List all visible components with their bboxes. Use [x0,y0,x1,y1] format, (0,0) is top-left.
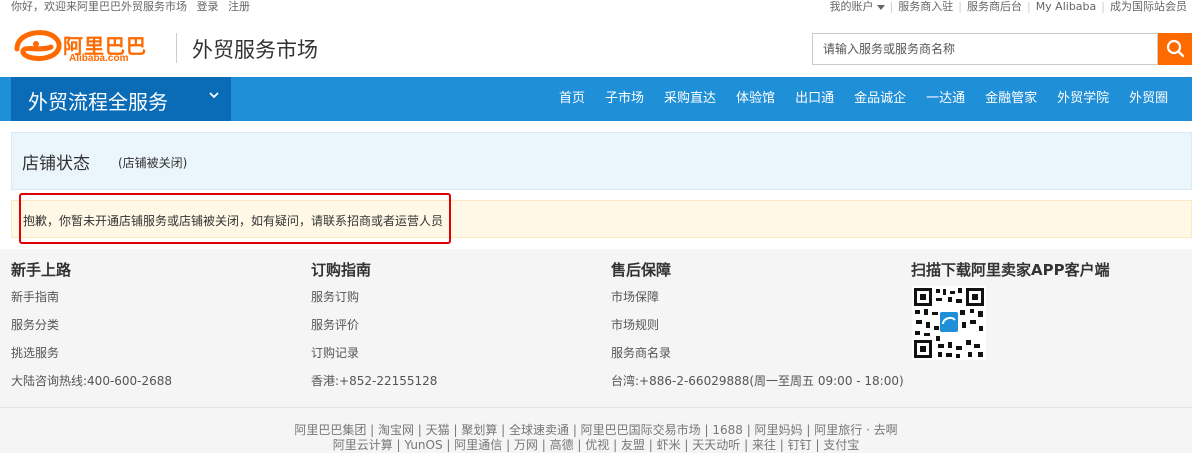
nav-item-experience[interactable]: 体验馆 [726,77,785,121]
top-bar: 你好，欢迎来阿里巴巴外贸服务市场 登录 注册 我的账户 | 服务商入驻 | 服务商后台 |… [0,0,1192,14]
nav-item-onetouch[interactable]: 一达通 [916,77,975,121]
footer-col-title: 售后保障 [611,261,672,279]
logo-text-en: Alibaba.com [69,53,129,64]
my-account-menu[interactable]: 我的账户 [825,0,890,13]
search-bar [812,33,1192,65]
nav-item-academy[interactable]: 外贸学院 [1047,77,1119,121]
footer-link[interactable]: 挑选服务 [11,346,172,374]
footer-link[interactable]: 市场规则 [611,318,904,346]
chevron-down-icon [876,4,885,10]
store-status-panel: 店铺状态 (店铺被关闭) [11,132,1192,190]
main-nav: 外贸流程全服务 首页 子市场 采购直达 体验馆 出口通 金品诚企 一达通 金融管家 外贸学院 外贸… [0,77,1192,121]
footer-col-title: 订购指南 [311,261,372,279]
group-links-line-1[interactable]: 阿里巴巴集团 | 淘宝网 | 天猫 | 聚划算 | 全球速卖通 | 阿里巴巴国际… [0,423,1192,438]
footer-col-aftersales: 售后保障 市场保障 市场规则 服务商名录 台湾:+886-2-66029888(… [611,261,904,402]
nav-item-submarket[interactable]: 子市场 [595,77,654,121]
footer-hotline: 台湾:+886-2-66029888(周一至周五 09:00 - 18:00) [611,374,904,388]
footer-link[interactable]: 订购记录 [311,346,437,374]
top-bar-right: 我的账户 | 服务商入驻 | 服务商后台 | My Alibaba | 成为国际站会员 [825,0,1192,14]
search-input[interactable] [812,33,1158,65]
footer-divider [0,407,1192,408]
search-button[interactable] [1158,33,1192,65]
footer-col-order: 订购指南 服务订购 服务评价 订购记录 香港:+852-22155128 [311,261,437,402]
top-bar-left: 你好，欢迎来阿里巴巴外贸服务市场 登录 注册 [11,0,250,14]
footer-col-newbie: 新手上路 新手指南 服务分类 挑选服务 大陆咨询热线:400-600-2688 [11,261,172,402]
footer-col-title: 新手上路 [11,261,72,279]
provider-backend-link[interactable]: 服务商后台 [962,0,1027,13]
footer-link[interactable]: 新手指南 [11,290,172,318]
footer-link[interactable]: 服务商名录 [611,346,904,374]
qr-code-icon[interactable] [912,286,986,360]
footer-link[interactable]: 服务订购 [311,290,437,318]
logo-divider [176,33,177,63]
header: 阿里巴巴 Alibaba.com 外贸服务市场 [0,14,1192,77]
footer-col-title: 扫描下载阿里卖家APP客户端 [911,261,1110,279]
nav-item-home[interactable]: 首页 [549,77,595,121]
footer: 新手上路 新手指南 服务分类 挑选服务 大陆咨询热线:400-600-2688 … [0,249,1192,453]
group-links: 阿里巴巴集团 | 淘宝网 | 天猫 | 聚划算 | 全球速卖通 | 阿里巴巴国际… [0,423,1192,453]
site-title: 外贸服务市场 [192,38,318,62]
nav-item-circle[interactable]: 外贸圈 [1119,77,1178,121]
store-status-title: 店铺状态 [22,154,90,174]
nav-item-export[interactable]: 出口通 [785,77,844,121]
footer-hotline: 香港:+852-22155128 [311,374,438,388]
chevron-down-icon [209,92,219,99]
category-menu-label: 外贸流程全服务 [28,90,168,114]
register-link[interactable]: 注册 [228,0,250,13]
provider-join-link[interactable]: 服务商入驻 [893,0,958,13]
group-links-line-2[interactable]: 阿里云计算 | YunOS | 阿里通信 | 万网 | 高德 | 优视 | 友盟… [0,438,1192,453]
highlight-box [19,193,451,244]
nav-item-gold-enterprise[interactable]: 金品诚企 [844,77,916,121]
footer-link[interactable]: 市场保障 [611,290,904,318]
footer-hotline: 大陆咨询热线:400-600-2688 [11,374,173,388]
intl-station-link[interactable]: 成为国际站会员 [1105,0,1192,13]
alibaba-smile-icon [14,30,62,62]
login-link[interactable]: 登录 [197,0,219,13]
alibaba-logo[interactable]: 阿里巴巴 Alibaba.com [11,27,161,67]
my-account-label: 我的账户 [829,0,874,13]
footer-link[interactable]: 服务分类 [11,318,172,346]
store-status-note: (店铺被关闭) [118,156,188,170]
search-icon [1166,39,1185,58]
nav-item-direct-purchase[interactable]: 采购直达 [654,77,726,121]
my-alibaba-link[interactable]: My Alibaba [1031,0,1102,13]
category-menu[interactable]: 外贸流程全服务 [11,77,231,121]
footer-link[interactable]: 服务评价 [311,318,437,346]
welcome-text: 你好，欢迎来阿里巴巴外贸服务市场 [11,0,187,13]
nav-item-finance[interactable]: 金融管家 [975,77,1047,121]
nav-items: 首页 子市场 采购直达 体验馆 出口通 金品诚企 一达通 金融管家 外贸学院 外贸圈 [549,77,1178,121]
